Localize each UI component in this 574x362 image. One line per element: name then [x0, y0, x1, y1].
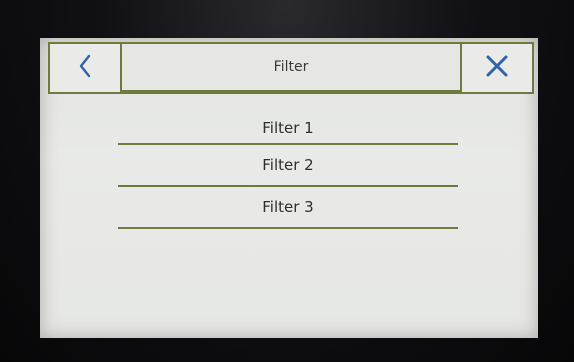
page-title: Filter — [122, 44, 460, 92]
device-bezel: Filter Filter 1 Filter 2 Filter 3 — [0, 0, 574, 362]
close-button[interactable] — [460, 44, 532, 92]
chevron-left-icon — [76, 53, 94, 83]
list-item-filter-1[interactable]: Filter 1 — [118, 118, 458, 145]
list-item-filter-2[interactable]: Filter 2 — [118, 145, 458, 187]
list-item-filter-3[interactable]: Filter 3 — [118, 187, 458, 229]
top-bar: Filter — [48, 42, 534, 94]
touch-screen: Filter Filter 1 Filter 2 Filter 3 — [40, 38, 538, 338]
close-icon — [485, 54, 509, 82]
filter-list: Filter 1 Filter 2 Filter 3 — [118, 118, 458, 229]
back-button[interactable] — [50, 44, 122, 92]
